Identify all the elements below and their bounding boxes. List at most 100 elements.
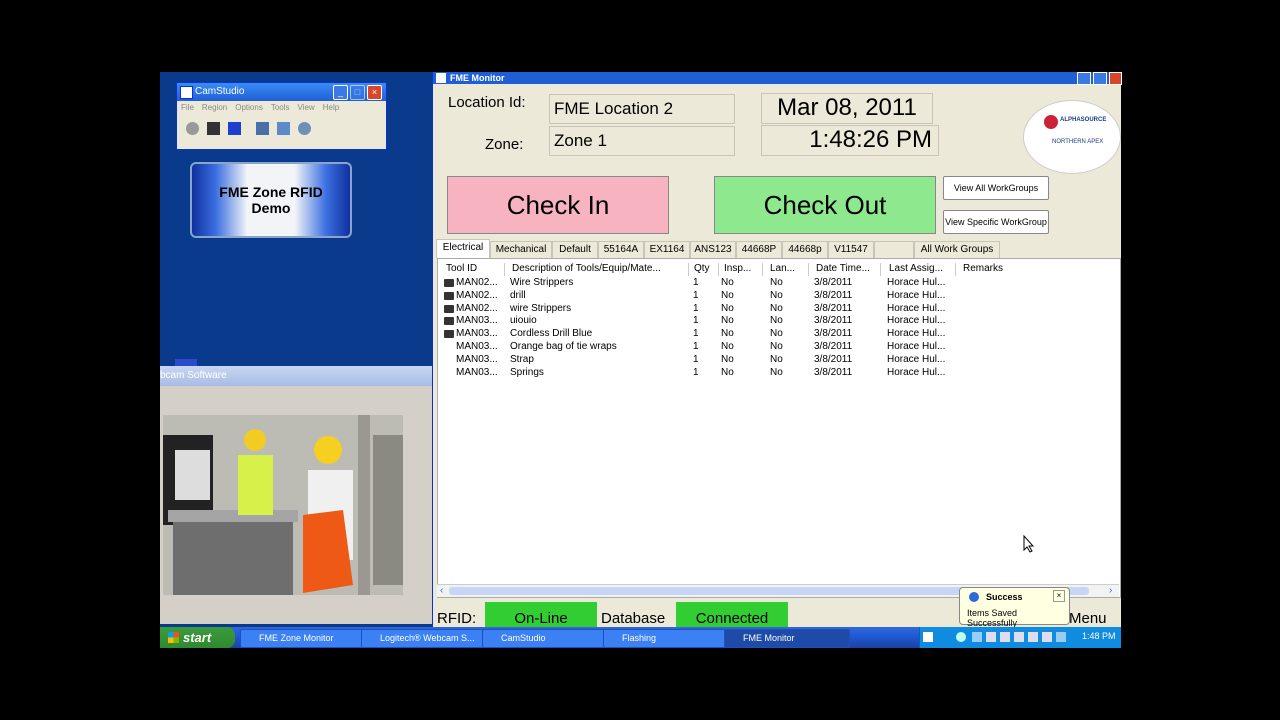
fme-title: FME Monitor [450,73,505,83]
table-row[interactable]: MAN03... Orange bag of tie wraps 1 No No 3/8/… [438,341,1120,353]
scroll-right-icon[interactable]: › [1109,585,1112,596]
column-header-inspected[interactable]: Insp... [720,263,763,276]
view-all-workgroups-button[interactable]: View All WorkGroups [943,176,1049,200]
column-header-description[interactable]: Description of Tools/Equip/Mate... [508,263,689,276]
region-icon[interactable] [256,122,269,135]
minimize-icon[interactable]: _ [333,85,348,100]
cell-date: 3/8/2011 [814,277,853,288]
cell-tool-id: MAN03... [456,328,498,340]
menu-options[interactable]: Options [235,103,263,112]
scroll-left-icon[interactable]: ‹ [440,585,443,596]
tab-55164a[interactable]: 55164A [598,241,644,259]
menu-help[interactable]: Help [323,103,339,112]
help-icon[interactable] [923,632,933,642]
location-label: Location Id: [448,94,526,111]
table-row[interactable]: MAN03... Springs 1 No No 3/8/2011 Horace Hul..… [438,367,1120,379]
record-icon[interactable] [186,122,199,135]
fme-titlebar[interactable]: FME Monitor [433,72,1122,85]
check-in-button[interactable]: Check In [447,176,669,234]
network-icon[interactable] [956,632,966,642]
menu-button[interactable]: Menu [1069,610,1107,627]
fme-tray-icon[interactable] [1042,632,1052,642]
cell-qty: 1 [693,353,699,365]
fme-monitor-window[interactable]: FME Monitor Location Id: FME Location 2 … [432,72,1123,628]
tab-ans123[interactable]: ANS123 [690,241,736,259]
maximize-icon[interactable] [1093,72,1107,85]
tab-44668p-upper[interactable]: 44668P [736,241,782,259]
cell-last-assigned: Horace Hul... [887,353,946,365]
fme-tray-icon[interactable] [1000,632,1010,642]
close-icon[interactable] [1109,72,1122,85]
tab-mechanical[interactable]: Mechanical [490,241,552,259]
view-specific-workgroup-button[interactable]: View Specific WorkGroup [943,210,1049,234]
cell-description: uiouio [510,315,537,327]
column-header-lanyard[interactable]: Lan... [766,263,809,276]
fme-tray-icon[interactable] [986,632,996,642]
column-header-tool-id[interactable]: Tool ID [442,263,505,276]
fme-tray-icon[interactable] [1014,632,1024,642]
tab-ex1164[interactable]: EX1164 [644,241,690,259]
tab-44668p-lower[interactable]: 44668p [782,241,828,259]
volume-icon[interactable] [1056,632,1066,642]
tab-all-work-groups[interactable]: All Work Groups [914,241,1000,259]
table-row[interactable]: MAN03... Strap 1 No No 3/8/2011 Horace Hul... [438,354,1120,366]
tray-app-icon[interactable] [972,632,982,642]
tab-default[interactable]: Default [552,241,598,259]
task-flashing[interactable]: Flashing [603,629,729,648]
info-icon [969,592,979,602]
task-fme-zone-monitor[interactable]: FME Zone Monitor [240,629,366,648]
camstudio-titlebar[interactable]: CamStudio _ □ × [177,83,386,101]
column-header-date-time[interactable]: Date Time... [812,263,881,276]
camstudio-toolbar [177,114,386,144]
time-display: 1:48:26 PM [761,125,939,156]
menu-file[interactable]: File [181,103,194,112]
table-row[interactable]: MAN03... uiouio 1 No No 3/8/2011 Horace Hul... [438,315,1120,327]
tab-v11547[interactable]: V11547 [828,241,874,259]
cell-qty: 1 [693,277,699,288]
task-camstudio[interactable]: CamStudio [482,629,608,648]
fme-app-icon [436,73,446,83]
menu-region[interactable]: Region [202,103,227,112]
mouse-cursor-icon [1023,535,1035,553]
table-row[interactable]: MAN02... wire Strippers 1 No No 3/8/2011 Horac… [438,303,1120,315]
cell-lanyard: No [770,277,783,288]
success-balloon[interactable]: Success × Items Saved Successfully [959,587,1070,628]
start-button[interactable]: start [160,627,235,648]
check-out-button[interactable]: Check Out [714,176,936,234]
task-fme-monitor[interactable]: FME Monitor [724,629,850,648]
cell-inspected: No [721,315,734,327]
webcam-titlebar[interactable]: bcam Software [160,366,432,386]
tab-electrical[interactable]: Electrical [436,239,490,258]
close-icon[interactable]: × [1053,590,1065,602]
table-row[interactable]: MAN03... Cordless Drill Blue 1 No No 3/8/2011… [438,328,1120,340]
close-icon[interactable]: × [367,85,382,100]
windows-logo-icon [168,632,179,643]
cell-lanyard: No [770,353,783,365]
minimize-icon[interactable] [1077,72,1091,85]
cell-tool-id: MAN03... [456,353,498,365]
table-row[interactable]: MAN02... drill 1 No No 3/8/2011 Horace Hul... [438,290,1120,302]
maximize-icon[interactable]: □ [350,85,365,100]
web-icon[interactable] [298,122,311,135]
task-logitech-webcam[interactable]: Logitech® Webcam S... [361,629,487,648]
tool-tag-icon [444,291,454,300]
tab-blank[interactable] [874,241,914,259]
camstudio-window[interactable]: CamStudio _ □ × File Region Options Tools Vi… [176,82,387,150]
database-label: Database [601,610,666,627]
column-header-last-assigned[interactable]: Last Assig... [885,263,956,276]
column-header-remarks[interactable]: Remarks [959,263,1123,276]
cell-qty: 1 [693,328,699,340]
stop-icon[interactable] [228,122,241,135]
fme-tray-icon[interactable] [1028,632,1038,642]
fme-zone-rfid-demo-button[interactable]: FME Zone RFID Demo [190,162,352,238]
cell-tool-id: MAN02... [456,277,498,288]
menu-view[interactable]: View [298,103,315,112]
balloon-message: Items Saved Successfully [967,608,1018,628]
column-header-qty[interactable]: Qty [690,263,719,276]
menu-tools[interactable]: Tools [271,103,290,112]
start-label: start [183,630,212,645]
pause-icon[interactable] [207,122,220,135]
tool-tag-icon [444,279,454,287]
table-row[interactable]: MAN02... Wire Strippers 1 No No 3/8/2011 Horac… [438,277,1120,289]
options-icon[interactable] [277,122,290,135]
